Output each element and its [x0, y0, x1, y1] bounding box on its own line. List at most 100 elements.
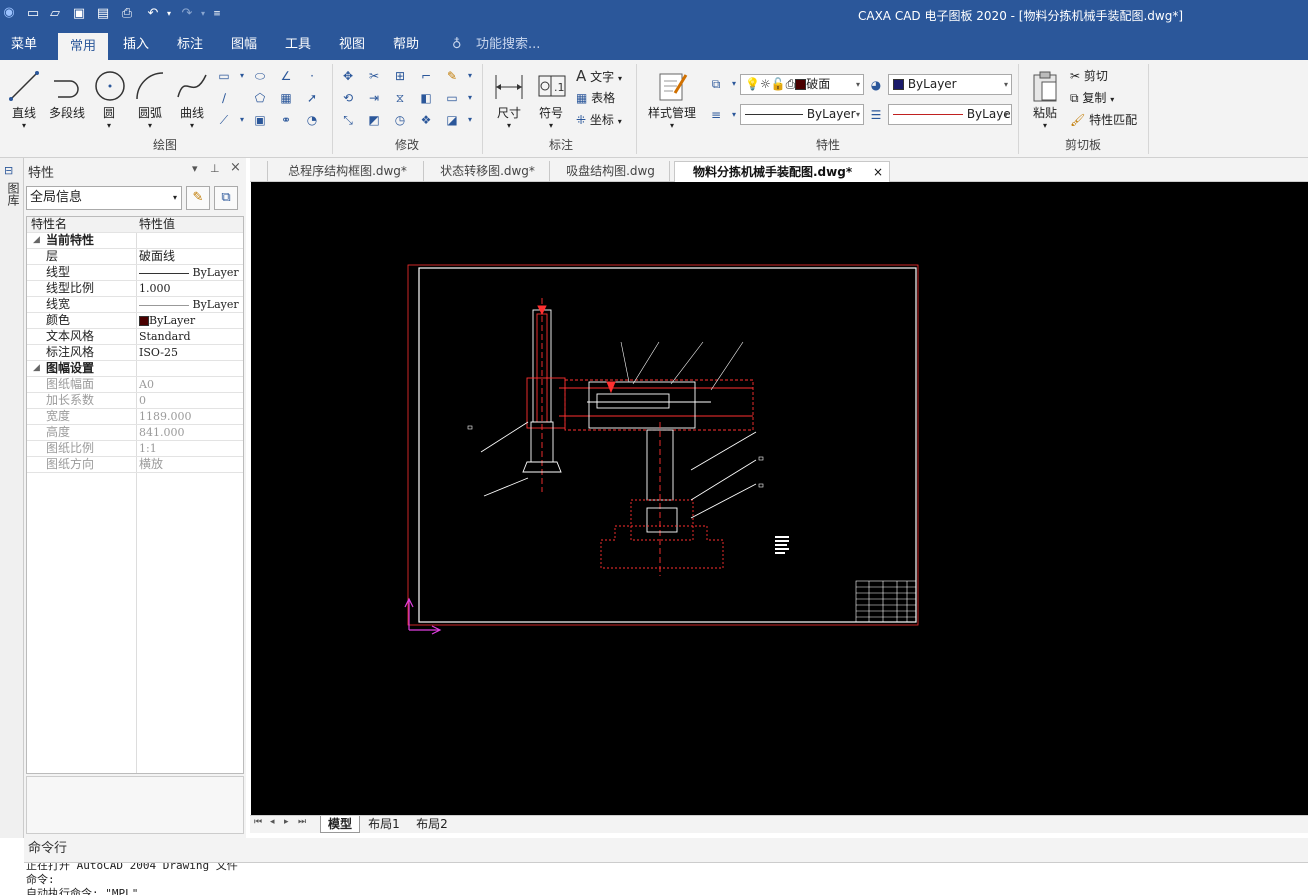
panel-close-icon[interactable]: × — [230, 160, 241, 175]
point-icon[interactable]: · — [304, 68, 320, 84]
property-row[interactable]: 线型 ByLayer — [27, 265, 243, 281]
move-icon[interactable]: ✥ — [340, 68, 356, 84]
center-line-dropdown-icon[interactable]: ▾ — [234, 112, 250, 128]
tab-close-icon[interactable]: × — [873, 162, 883, 182]
parallel-line-icon[interactable]: ∕ — [216, 90, 232, 106]
fillet-icon[interactable]: ◷ — [392, 112, 408, 128]
angle-line-icon[interactable]: ∠ — [278, 68, 294, 84]
trim-icon[interactable]: ✂ — [366, 68, 382, 84]
symbol-button[interactable]: .1 符号 ▾ — [534, 68, 568, 130]
layout-tab-layout1[interactable]: 布局1 — [364, 816, 404, 833]
linestyle-icon[interactable]: ≡ — [708, 107, 724, 123]
array-icon[interactable]: ⊞ — [392, 68, 408, 84]
pin-icon[interactable]: ⊟ — [4, 164, 13, 177]
stretch-icon[interactable]: ◩ — [366, 112, 382, 128]
break-icon[interactable]: ▭ — [444, 90, 460, 106]
layer-manager-icon[interactable]: ⧉ — [708, 76, 724, 92]
last-tab-icon[interactable]: ⏭ — [298, 817, 306, 827]
paste-button[interactable]: 粘贴 ▾ — [1026, 68, 1064, 130]
coordinate-button[interactable]: ⁜ 坐标 ▾ — [576, 111, 622, 128]
cut-button[interactable]: ✂ 剪切 — [1070, 67, 1108, 84]
property-row[interactable]: 线型比例 1.000 — [27, 281, 243, 297]
prev-tab-icon[interactable]: ◂ — [270, 817, 275, 827]
menu-tab-common[interactable]: 常用 — [58, 33, 108, 60]
table-button[interactable]: ▦ 表格 — [576, 89, 615, 106]
quick-select-button[interactable]: ✎ — [186, 186, 210, 210]
property-row[interactable]: 线宽 ByLayer — [27, 297, 243, 313]
curve-button[interactable]: 曲线 ▾ — [174, 68, 210, 130]
rectangle-dropdown-icon[interactable]: ▾ — [234, 68, 250, 84]
scope-select[interactable]: 全局信息 ▾ — [26, 186, 182, 210]
ellipse-icon[interactable]: ⬭ — [252, 68, 268, 84]
save-all-icon[interactable]: ▤ — [94, 5, 112, 23]
doc-tab-assembly[interactable]: 物料分拣机械手装配图.dwg* × — [674, 161, 890, 182]
feature-search[interactable]: 功能搜索... — [476, 30, 546, 60]
panel-pin-icon[interactable]: ⊥ — [210, 162, 220, 175]
command-line-area[interactable]: 正在打开 AutoCAD 2004 Drawing 文件 命令: 自动执行命令:… — [24, 862, 1308, 895]
explode-icon[interactable]: ❖ — [418, 112, 434, 128]
center-line-icon[interactable]: ⟋ — [216, 112, 232, 128]
mirror-icon[interactable]: ⧖ — [392, 90, 408, 106]
drawing-canvas[interactable] — [251, 182, 1308, 815]
rotate-icon[interactable]: ⟲ — [340, 90, 356, 106]
layer-combo[interactable]: 💡☼🔓⎙ 破面 ▾ — [740, 74, 864, 95]
menu-tab-sheet[interactable]: 图幅 — [222, 30, 266, 60]
open-folder-icon[interactable]: ▱ — [46, 5, 64, 23]
print-icon[interactable]: ⎙ — [118, 5, 136, 23]
menu-tab-tools[interactable]: 工具 — [276, 30, 320, 60]
fill-shape-icon[interactable]: ⬠ — [252, 90, 268, 106]
hatch-icon[interactable]: ▦ — [278, 90, 294, 106]
eraser-icon[interactable]: ✎ — [444, 68, 460, 84]
doc-tab-suction-cup[interactable]: 吸盘结构图.dwg — [552, 161, 670, 182]
match-properties-button[interactable]: 🖌 特性匹配 — [1070, 111, 1137, 128]
eraser-dropdown-icon[interactable]: ▾ — [462, 68, 478, 84]
arc-button[interactable]: 圆弧 ▾ — [132, 68, 168, 130]
arrow-icon[interactable]: ➚ — [304, 90, 320, 106]
style-manager-button[interactable]: 样式管理 ▾ — [642, 68, 702, 130]
doc-tab-program-framework[interactable]: 总程序结构框图.dwg* — [272, 161, 424, 182]
first-tab-icon[interactable]: ⏮ — [254, 817, 262, 827]
break-dropdown-icon[interactable]: ▾ — [462, 90, 478, 106]
customize-quick-access-icon[interactable]: ≡ — [208, 5, 226, 23]
polyline-button[interactable]: 多段线 — [46, 68, 88, 121]
wave-icon[interactable]: ◔ — [304, 112, 320, 128]
layout-tab-layout2[interactable]: 布局2 — [412, 816, 452, 833]
section-sheet[interactable]: ◢ 图幅设置 — [27, 361, 243, 377]
doc-tab-state-transition[interactable]: 状态转移图.dwg* — [426, 161, 550, 182]
color-wheel-icon[interactable]: ◕ — [868, 77, 884, 93]
select-objects-button[interactable]: ⧉ — [214, 186, 238, 210]
menu-tab-view[interactable]: 视图 — [330, 30, 374, 60]
menu-tab-insert[interactable]: 插入 — [114, 30, 158, 60]
spline-icon[interactable]: ⚭ — [278, 112, 294, 128]
layout-tab-model[interactable]: 模型 — [320, 816, 360, 833]
library-tab[interactable]: 图库 — [5, 182, 20, 206]
panel-dropdown-icon[interactable]: ▾ — [192, 162, 198, 175]
new-file-icon[interactable]: ▭ — [24, 5, 42, 23]
scale-icon[interactable]: ⤡ — [340, 112, 356, 128]
circle-button[interactable]: 圆 ▾ — [92, 68, 126, 130]
text-button[interactable]: A 文字 ▾ — [576, 67, 622, 85]
region-icon[interactable]: ▣ — [252, 112, 268, 128]
rectangle-icon[interactable]: ▭ — [216, 68, 232, 84]
extend-icon[interactable]: ⇥ — [366, 90, 382, 106]
property-row[interactable]: 颜色 ByLayer — [27, 313, 243, 329]
property-row[interactable]: 层 破面线 — [27, 249, 243, 265]
copy-button[interactable]: ⧉ 复制 ▾ — [1070, 89, 1114, 106]
lineweight-icon[interactable]: ☰ — [868, 107, 884, 123]
dimension-button[interactable]: 尺寸 ▾ — [490, 68, 528, 130]
save-icon[interactable]: ▣ — [70, 5, 88, 23]
menu-tab-help[interactable]: 帮助 — [384, 30, 428, 60]
edit-icon[interactable]: ◪ — [444, 112, 460, 128]
undo-dropdown-icon[interactable]: ▾ — [160, 5, 178, 23]
property-row[interactable]: 标注风格 ISO-25 — [27, 345, 243, 361]
section-current[interactable]: ◢ 当前特性 — [27, 233, 243, 249]
lineweight-combo[interactable]: ByLaye ▾ — [888, 104, 1012, 125]
linetype-combo[interactable]: ByLayer ▾ — [740, 104, 864, 125]
chamfer-icon[interactable]: ⌐ — [418, 68, 434, 84]
line-button[interactable]: 直线 ▾ — [6, 68, 42, 130]
next-tab-icon[interactable]: ▸ — [284, 817, 289, 827]
property-row[interactable]: 文本风格 Standard — [27, 329, 243, 345]
menu-tab-menu[interactable]: 菜单 — [2, 30, 46, 60]
edit-dropdown-icon[interactable]: ▾ — [462, 112, 478, 128]
app-logo-icon[interactable]: ◉ — [0, 4, 18, 22]
